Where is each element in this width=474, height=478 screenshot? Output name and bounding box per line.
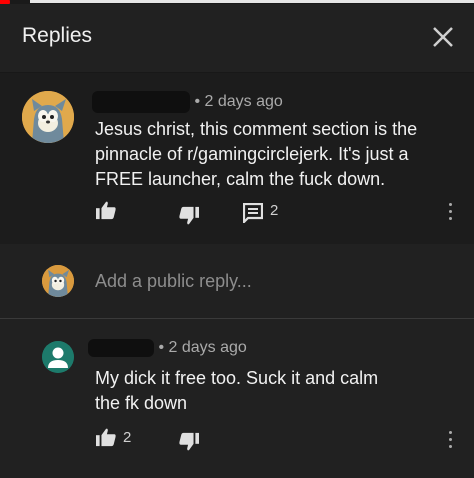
comment-line: Jesus christ, this comment section is th… xyxy=(95,119,418,139)
avatar[interactable] xyxy=(22,91,74,143)
panel-title: Replies xyxy=(22,24,93,47)
reply-comment-icon[interactable] xyxy=(243,203,263,223)
avatar[interactable] xyxy=(42,341,74,373)
comment-header: • 2 days ago xyxy=(92,91,283,113)
comment-line: pinnacle of r/gamingcirclejerk. It's jus… xyxy=(95,144,409,164)
video-edge xyxy=(30,0,474,3)
dislike-icon[interactable] xyxy=(178,432,200,452)
more-options-icon[interactable] xyxy=(447,431,453,451)
comment-text: Jesus christ, this comment section is th… xyxy=(95,117,417,192)
reply-composer: Add a public reply... xyxy=(0,244,474,319)
close-icon[interactable] xyxy=(428,22,458,52)
replies-header: Replies xyxy=(0,4,474,73)
comment-time: • 2 days ago xyxy=(158,339,247,357)
reply-comment: • 2 days ago My dick it free too. Suck i… xyxy=(0,319,474,478)
comment-header: • 2 days ago xyxy=(88,339,247,357)
redacted-username xyxy=(88,339,154,357)
reply-input[interactable]: Add a public reply... xyxy=(95,271,252,292)
dislike-icon[interactable] xyxy=(178,206,200,226)
like-count: 2 xyxy=(123,429,132,446)
parent-comment: • 2 days ago Jesus christ, this comment … xyxy=(0,73,474,244)
comment-text: My dick it free too. Suck it and calm th… xyxy=(95,366,378,416)
like-icon[interactable] xyxy=(95,200,117,220)
comment-line: FREE launcher, calm the fuck down. xyxy=(95,169,386,189)
comment-time: • 2 days ago xyxy=(194,93,283,111)
redacted-username xyxy=(92,91,190,113)
comment-line: My dick it free too. Suck it and calm xyxy=(95,368,379,388)
comment-line: the fk down xyxy=(95,393,188,413)
my-avatar xyxy=(42,265,74,297)
reply-count: 2 xyxy=(270,202,279,219)
more-options-icon[interactable] xyxy=(447,203,453,223)
like-icon[interactable] xyxy=(95,427,117,447)
